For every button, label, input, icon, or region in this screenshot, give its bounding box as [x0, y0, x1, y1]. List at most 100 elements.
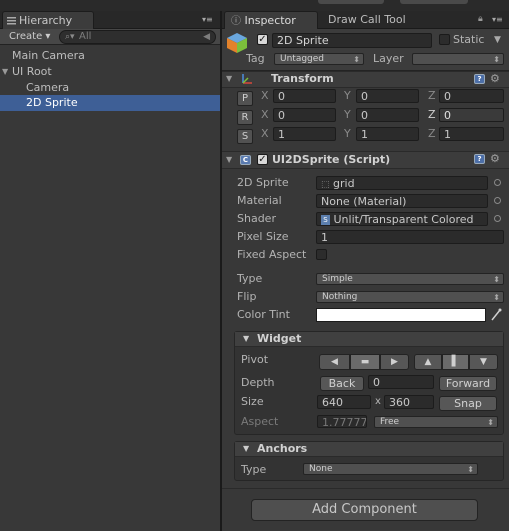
info-icon: ⓘ	[231, 16, 241, 27]
width-field[interactable]: 640	[317, 395, 371, 409]
tab-draw-call-tool[interactable]: Draw Call Tool	[322, 11, 422, 29]
eyedropper-icon[interactable]	[490, 308, 502, 322]
search-clear-icon[interactable]: ◀	[203, 31, 210, 43]
static-checkbox[interactable]	[439, 34, 450, 45]
sprite-object-field[interactable]: ⬚ grid	[316, 176, 488, 190]
static-dropdown-arrow-icon[interactable]: ▼	[494, 32, 501, 48]
axis-y-label: Y	[344, 127, 351, 140]
aspect-mode-dropdown[interactable]: Free ⬍	[374, 416, 498, 428]
snap-button[interactable]: Snap	[439, 396, 497, 411]
scale-y-field[interactable]: 1	[356, 127, 419, 141]
anchors-type-label: Type	[241, 463, 267, 476]
layer-dropdown[interactable]: ⬍	[412, 53, 504, 65]
type-dropdown[interactable]: Simple ⬍	[316, 273, 504, 285]
toolbar-button[interactable]	[400, 0, 468, 4]
hierarchy-search-input[interactable]: ⌕▾ All ◀	[59, 30, 216, 44]
position-reset-button[interactable]: P	[237, 91, 253, 106]
tab-inspector[interactable]: ⓘ Inspector	[224, 11, 318, 29]
height-field[interactable]: 360	[384, 395, 434, 409]
position-z-field[interactable]: 0	[439, 89, 504, 103]
pivot-right-button[interactable]: ▶	[380, 354, 409, 370]
depth-forward-button[interactable]: Forward	[439, 376, 497, 391]
axis-x-label: X	[261, 127, 269, 140]
pivot-left-button[interactable]: ◀	[319, 354, 350, 370]
depth-field[interactable]: 0	[368, 375, 434, 389]
flip-dropdown[interactable]: Nothing ⬍	[316, 291, 504, 303]
hierarchy-item-camera[interactable]: Camera	[0, 80, 220, 96]
panel-menu-icon[interactable]: ▾≡	[202, 15, 213, 24]
position-y-field[interactable]: 0	[356, 89, 419, 103]
pivot-label: Pivot	[241, 353, 269, 366]
hierarchy-tab[interactable]: Hierarchy	[2, 11, 94, 29]
rotation-z-field[interactable]: 0	[439, 108, 504, 122]
add-component-button[interactable]: Add Component	[251, 499, 478, 521]
rotation-y-field[interactable]: 0	[356, 108, 419, 122]
fixed-aspect-checkbox[interactable]	[316, 249, 327, 260]
create-dropdown[interactable]: Create ▾	[3, 29, 56, 45]
object-picker-icon[interactable]	[494, 215, 501, 222]
fold-arrow-icon[interactable]: ▼	[226, 71, 232, 87]
object-picker-icon[interactable]	[494, 197, 501, 204]
hierarchy-item-ui-root[interactable]: ▼ UI Root	[0, 64, 220, 80]
fold-arrow-icon[interactable]: ▼	[243, 441, 249, 457]
scale-reset-button[interactable]: S	[237, 129, 253, 144]
fold-arrow-icon[interactable]: ▼	[243, 331, 249, 347]
axis-x-label: X	[261, 89, 269, 102]
color-tint-swatch[interactable]	[316, 308, 486, 322]
aspect-field: 1.77777	[317, 415, 367, 428]
tag-dropdown[interactable]: Untagged ⬍	[274, 53, 364, 65]
hierarchy-item-2d-sprite[interactable]: 2D Sprite	[0, 95, 220, 111]
material-object-field[interactable]: None (Material)	[316, 194, 488, 208]
object-active-checkbox[interactable]: ✓	[257, 34, 268, 45]
axis-z-label: Z	[428, 89, 436, 102]
position-x-field[interactable]: 0	[273, 89, 336, 103]
script-enabled-checkbox[interactable]: ✓	[257, 154, 268, 165]
pixel-size-label: Pixel Size	[237, 230, 289, 243]
gear-icon[interactable]: ⚙︎	[490, 73, 500, 85]
rotation-reset-button[interactable]: R	[237, 110, 253, 125]
object-name-input[interactable]: 2D Sprite	[272, 33, 432, 48]
script-icon: C	[240, 155, 251, 165]
flip-label: Flip	[237, 290, 257, 303]
anchors-type-dropdown[interactable]: None ⬍	[303, 463, 478, 475]
dropdown-arrow-icon: ⬍	[467, 465, 474, 474]
gameobject-cube-icon	[226, 32, 248, 54]
pivot-bottom-button[interactable]: ▼	[469, 354, 498, 370]
scale-z-field[interactable]: 1	[439, 127, 504, 141]
depth-label: Depth	[241, 376, 275, 389]
transform-header[interactable]	[222, 71, 509, 88]
expand-arrow-icon[interactable]: ▼	[2, 64, 8, 80]
tag-value: Untagged	[280, 54, 325, 64]
hierarchy-item-main-camera[interactable]: Main Camera	[0, 48, 220, 64]
static-label: Static	[453, 33, 485, 46]
pivot-top-button[interactable]: ▲	[414, 354, 442, 370]
help-icon[interactable]: ?	[474, 74, 485, 84]
hierarchy-item-label: 2D Sprite	[26, 96, 78, 109]
toolbar-button[interactable]	[318, 0, 384, 4]
gear-icon[interactable]: ⚙︎	[490, 153, 500, 165]
tag-label: Tag	[246, 52, 265, 65]
pixel-size-field[interactable]: 1	[316, 230, 504, 244]
transform-axis-icon	[241, 73, 253, 85]
lock-icon[interactable]: 🔒︎	[478, 14, 483, 24]
aspect-mode-value: Free	[380, 417, 400, 427]
axis-y-label: Y	[344, 89, 351, 102]
color-tint-label: Color Tint	[237, 308, 290, 321]
help-icon[interactable]: ?	[474, 154, 485, 164]
pivot-center-v-button[interactable]: ▌	[442, 354, 469, 370]
rotation-x-field[interactable]: 0	[273, 108, 336, 122]
depth-back-button[interactable]: Back	[320, 376, 364, 391]
fold-arrow-icon[interactable]: ▼	[226, 152, 232, 168]
object-picker-icon[interactable]	[494, 179, 501, 186]
aspect-label: Aspect	[241, 415, 279, 428]
scale-x-field[interactable]: 1	[273, 127, 336, 141]
panel-menu-icon[interactable]: ▾≡	[492, 15, 503, 24]
pivot-center-h-button[interactable]: ▬	[350, 354, 380, 370]
shader-object-field[interactable]: S Unlit/Transparent Colored	[316, 212, 488, 226]
hierarchy-item-label: UI Root	[12, 65, 52, 78]
size-x-separator: x	[375, 396, 381, 407]
check-icon: ✓	[258, 34, 267, 45]
check-icon: ✓	[258, 154, 267, 165]
layer-label: Layer	[373, 52, 404, 65]
sprite-icon: ⬚	[321, 180, 330, 190]
